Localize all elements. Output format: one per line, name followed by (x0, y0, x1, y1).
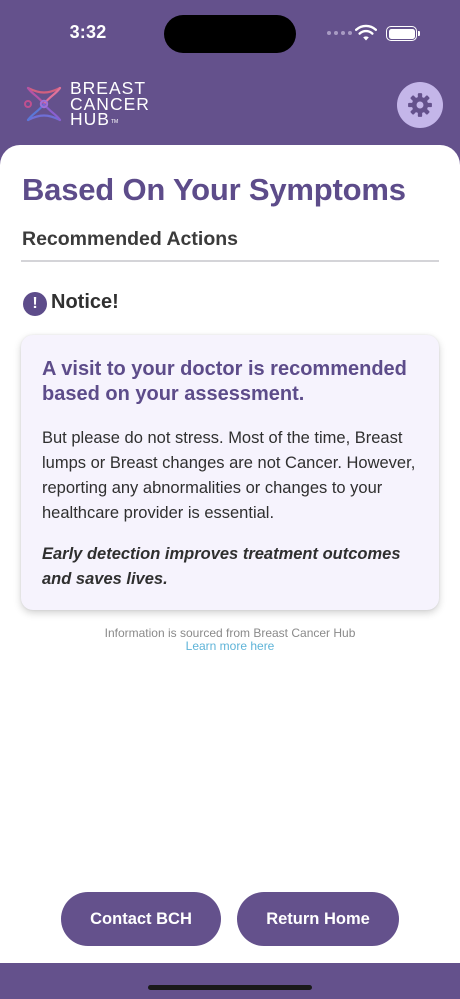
source-note: Information is sourced from Breast Cance… (104, 626, 356, 640)
battery-icon (386, 26, 417, 41)
exclamation-icon: ! (23, 292, 47, 316)
status-time: 3:32 (69, 22, 107, 42)
content-card: Based On Your Symptoms Recommended Actio… (0, 145, 460, 963)
home-indicator[interactable] (148, 985, 312, 990)
brand-wordmark: BREAST CANCER HUB (70, 80, 150, 129)
section-title: Recommended Actions (22, 228, 238, 250)
recommendation-heading: A visit to your doctor is recommended ba… (42, 358, 407, 405)
status-bar: 3:32 (0, 0, 460, 68)
recommendation-body: But please do not stress. Most of the ti… (42, 429, 416, 522)
gear-icon (408, 93, 432, 117)
return-home-button[interactable]: Return Home (237, 892, 399, 946)
recommendation-emphasis: Early detection improves treatment outco… (42, 545, 401, 588)
trademark-mark: TM (111, 119, 119, 125)
notice-title: Notice! (51, 291, 119, 313)
settings-button[interactable] (397, 82, 443, 128)
breast-cancer-hub-logo-icon (24, 86, 62, 122)
cellular-signal-icon (327, 31, 352, 35)
recommendation-box: A visit to your doctor is recommended ba… (21, 335, 439, 610)
divider (21, 260, 439, 262)
learn-more-link[interactable]: Learn more here (0, 639, 460, 653)
dynamic-island (164, 15, 296, 53)
contact-bch-button[interactable]: Contact BCH (61, 892, 221, 946)
page-title: Based On Your Symptoms (22, 172, 406, 207)
app-screen: 3:32 BREAST CANCER HUB TM Based On Your … (0, 0, 460, 999)
brand-wordmark-line: HUB (70, 109, 110, 129)
wifi-icon (355, 24, 377, 41)
